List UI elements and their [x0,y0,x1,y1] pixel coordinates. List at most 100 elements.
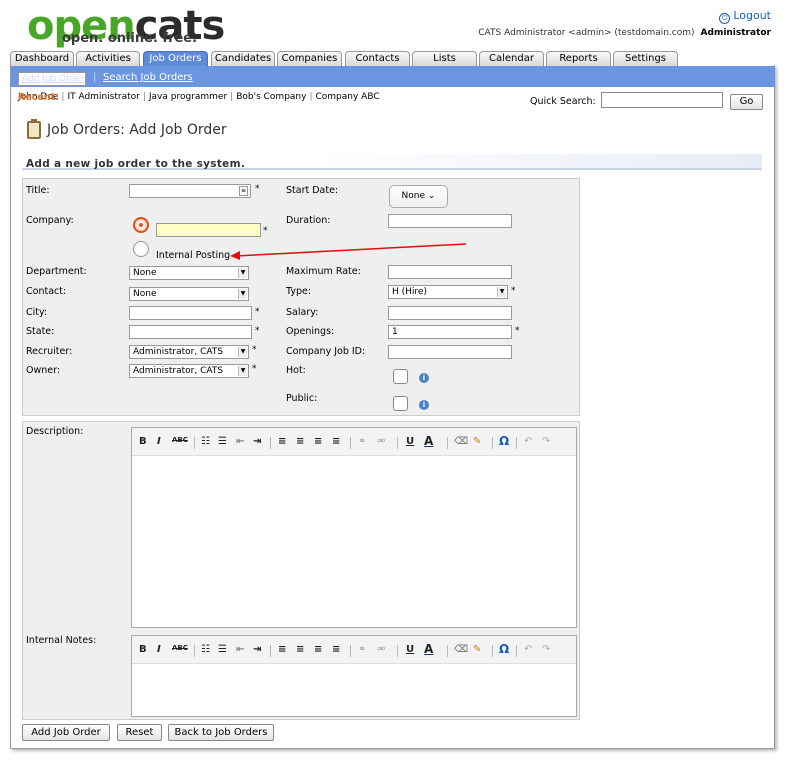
align-right-button[interactable]: ≡ [314,644,322,655]
tab-companies[interactable]: Companies [277,51,342,66]
align-left-button[interactable]: ≡ [278,644,286,655]
add-job-order-button[interactable]: Add Job Order [22,724,110,741]
description-section: Description: B I ABC ☷ ☰ ⇤ ⇥ ≡ ≡ ≡ ≡ ⚭ ⚮… [22,421,580,720]
logout-link[interactable]: ⏻ Logout [719,9,771,24]
company-label: Company: [26,215,74,226]
chevron-down-icon: ▼ [238,289,247,299]
omega-icon[interactable]: Ω [499,434,509,448]
owner-select[interactable]: Administrator, CATS ▼ [129,364,249,378]
eraser-icon[interactable]: ⌫ [454,436,468,447]
redo-icon[interactable]: ↷ [542,644,550,655]
internal-notes-editor[interactable]: B I ABC ☷ ☰ ⇤ ⇥ ≡ ≡ ≡ ≡ ⚭ ⚮ U A ⌫ ✎ Ω ↶ [131,635,577,717]
salary-input[interactable] [388,306,512,320]
indent-button[interactable]: ⇥ [253,644,261,655]
state-label: State: [26,326,55,337]
company-radio[interactable] [133,217,149,233]
company-job-id-input[interactable] [388,345,512,359]
page-title: Job Orders: Add Job Order [47,122,227,138]
bullet-list-button[interactable]: ☷ [201,436,210,447]
undo-icon[interactable]: ↶ [524,436,532,447]
underline-button[interactable]: U [406,436,414,447]
indent-button[interactable]: ⇥ [253,436,261,447]
bold-button[interactable]: B [139,644,147,655]
maximum-rate-input[interactable] [388,265,512,279]
justify-button[interactable]: ≡ [332,436,340,447]
city-label: City: [26,307,48,318]
tab-reports[interactable]: Reports [546,51,611,66]
info-icon[interactable]: i [419,400,429,410]
tab-job-orders[interactable]: Job Orders [143,51,208,67]
subnav-search-job-orders[interactable]: Search Job Orders [103,72,193,83]
recent-item[interactable]: IT Administrator [67,92,139,102]
strikethrough-button[interactable]: ABC [172,644,188,652]
subnav-add-job-order[interactable]: Add Job Order [18,72,86,86]
internal-posting-radio[interactable] [133,241,149,257]
tab-lists[interactable]: Lists [412,51,477,66]
quick-search-input[interactable] [601,92,723,108]
tab-settings[interactable]: Settings [613,51,678,66]
hot-label: Hot: [286,365,306,376]
unlink-button[interactable]: ⚮ [377,644,385,655]
info-icon[interactable]: i [419,373,429,383]
italic-button[interactable]: I [157,436,161,447]
brush-icon[interactable]: ✎ [473,644,481,655]
align-right-button[interactable]: ≡ [314,436,322,447]
strikethrough-button[interactable]: ABC [172,436,188,444]
quick-search-go-button[interactable]: Go [730,94,763,110]
owner-label: Owner: [26,365,61,376]
city-input[interactable] [129,306,252,320]
contact-select[interactable]: None ▼ [129,287,249,301]
start-date-picker[interactable]: None ⌄ [389,185,448,208]
unlink-button[interactable]: ⚮ [377,436,385,447]
public-checkbox[interactable] [393,396,408,411]
undo-icon[interactable]: ↶ [524,644,532,655]
link-button[interactable]: ⚭ [358,644,366,655]
omega-icon[interactable]: Ω [499,642,509,656]
hot-checkbox[interactable] [393,369,408,384]
department-select[interactable]: None ▼ [129,266,249,280]
state-input[interactable] [129,325,252,339]
openings-label: Openings: [286,326,335,337]
tab-calendar[interactable]: Calendar [479,51,544,66]
outdent-button[interactable]: ⇤ [236,436,244,447]
tab-dashboard[interactable]: Dashboard [10,51,74,66]
align-left-button[interactable]: ≡ [278,436,286,447]
start-date-label: Start Date: [286,185,339,196]
brush-icon[interactable]: ✎ [473,436,481,447]
title-input[interactable]: ≡ [129,184,251,198]
bullet-list-button[interactable]: ☷ [201,644,210,655]
recent-item[interactable]: Java programmer [149,92,227,102]
back-to-job-orders-button[interactable]: Back to Job Orders [168,724,274,741]
recruiter-select[interactable]: Administrator, CATS ▼ [129,345,249,359]
openings-input[interactable]: 1 [388,325,512,339]
tab-contacts[interactable]: Contacts [345,51,410,66]
text-color-button[interactable]: A [424,642,433,656]
numbered-list-button[interactable]: ☰ [218,644,227,655]
recent-item[interactable]: Company ABC [316,92,380,102]
align-center-button[interactable]: ≡ [296,644,304,655]
align-center-button[interactable]: ≡ [296,436,304,447]
duration-input[interactable] [388,214,512,228]
title-label: Title: [26,185,50,196]
tab-candidates[interactable]: Candidates [211,51,275,66]
company-job-id-label: Company Job ID: [286,346,366,357]
eraser-icon[interactable]: ⌫ [454,644,468,655]
recent-item[interactable]: Bob's Company [236,92,306,102]
company-input[interactable] [156,223,261,237]
type-select[interactable]: H (Hire) ▼ [388,285,508,299]
job-order-form: Title: ≡ * Company: * Internal Posting D… [22,178,580,416]
reset-button[interactable]: Reset [117,724,162,741]
italic-button[interactable]: I [157,644,161,655]
tab-activities[interactable]: Activities [76,51,140,66]
duration-label: Duration: [286,215,331,226]
bold-button[interactable]: B [139,436,147,447]
outdent-button[interactable]: ⇤ [236,644,244,655]
description-editor[interactable]: B I ABC ☷ ☰ ⇤ ⇥ ≡ ≡ ≡ ≡ ⚭ ⚮ U A ⌫ ✎ Ω ↶ [131,427,577,628]
power-icon: ⏻ [719,13,731,24]
justify-button[interactable]: ≡ [332,644,340,655]
redo-icon[interactable]: ↷ [542,436,550,447]
link-button[interactable]: ⚭ [358,436,366,447]
underline-button[interactable]: U [406,644,414,655]
text-color-button[interactable]: A [424,434,433,448]
numbered-list-button[interactable]: ☰ [218,436,227,447]
